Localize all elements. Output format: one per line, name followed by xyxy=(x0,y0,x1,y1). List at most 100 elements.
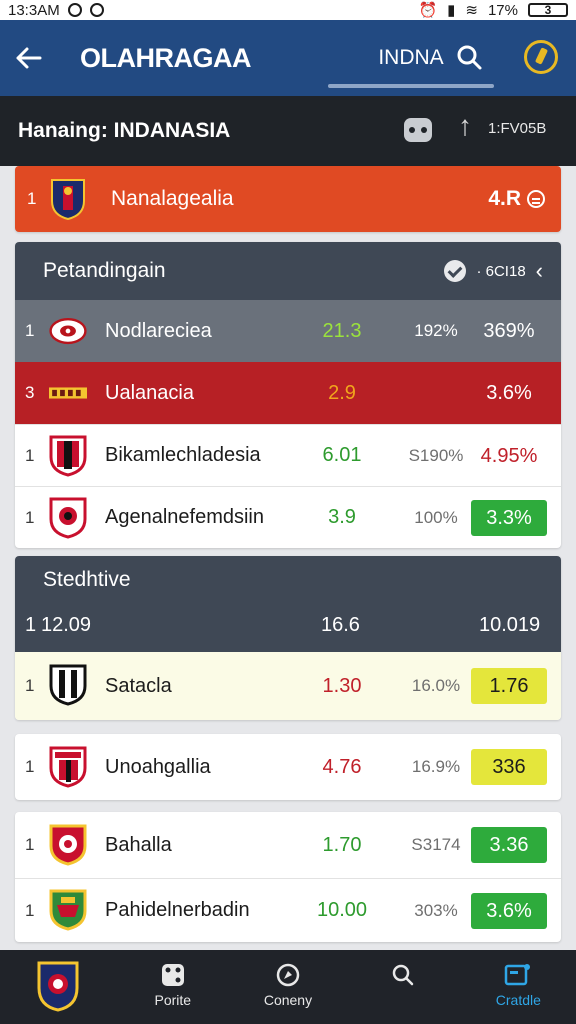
search-icon xyxy=(392,964,414,986)
rating-badge: 3.36 xyxy=(471,827,547,863)
value-text: 4.R xyxy=(488,187,521,210)
status-time: 13:3AM xyxy=(8,1,60,19)
rank: 1 xyxy=(25,757,35,776)
arrow-up-icon[interactable]: ↑ xyxy=(458,110,472,142)
rating-badge: 1.76 xyxy=(471,668,547,704)
team-name: Ualanacia xyxy=(105,381,194,404)
compass-icon xyxy=(276,963,300,987)
percent-value: S3174 xyxy=(411,835,461,854)
status-bar: 13:3AM ⏰ ▮ ≋ 17% 3 xyxy=(0,0,576,20)
team-crest-icon xyxy=(49,746,87,788)
nav-label: Coneny xyxy=(263,992,313,1008)
section-header: Petandingain · 6CI18 ‹ xyxy=(15,242,561,300)
nav-home[interactable] xyxy=(0,950,115,1024)
dice-icon xyxy=(161,964,184,986)
table-row[interactable]: 1 Bikamlechladesia 6.01 S190% 4.95% xyxy=(15,424,561,486)
team-crest-icon xyxy=(51,179,85,221)
section-title: Stedhtive xyxy=(43,568,131,591)
team-crest-icon xyxy=(49,824,87,866)
summary-value: 12.09 xyxy=(41,614,92,636)
media-icon xyxy=(505,964,531,986)
rank: 1 xyxy=(25,321,35,340)
app-bar: OLAHRAGAA INDNA xyxy=(0,20,576,96)
summary-col2: 10.019 xyxy=(479,614,541,636)
percent-value: 100% xyxy=(414,507,458,527)
team-crest-icon xyxy=(37,961,79,1012)
percent-value: 192% xyxy=(414,321,458,340)
rank: 1 xyxy=(27,189,37,208)
table-row[interactable]: 1 Agenalnefemdsiin 3.9 100% 3.3% xyxy=(15,486,561,548)
top-entry-card[interactable]: 1 Nanalagealia 4.R xyxy=(15,166,561,232)
score-value: 1.70 xyxy=(322,833,362,856)
nav-cratdle[interactable]: Cratdle xyxy=(461,950,576,1024)
rank: 1 xyxy=(25,835,35,854)
signal-icon: ▮ xyxy=(447,2,456,19)
percent-value: 303% xyxy=(414,900,458,920)
nav-label: Cratdle xyxy=(495,992,541,1008)
tab-label: INDNA xyxy=(378,46,444,69)
score-value: 21.3 xyxy=(322,319,362,342)
nav-label: Porite xyxy=(154,992,192,1008)
score-value: 6.01 xyxy=(322,444,362,466)
table-row[interactable]: 1 Nodlareciea 21.3 192% 369% xyxy=(15,300,561,362)
nav-porite[interactable]: Porite xyxy=(115,950,230,1024)
summary-rank: 1 xyxy=(25,614,37,636)
team-name: Unoahgallia xyxy=(105,755,211,778)
percent-value: 16.0% xyxy=(411,676,461,695)
team-name: Pahidelnerbadin xyxy=(105,899,250,921)
team-name: Bikamlechladesia xyxy=(105,444,261,466)
team-banner-icon xyxy=(49,387,87,399)
arrow-left-icon xyxy=(16,47,42,69)
nav-coneny[interactable]: Coneny xyxy=(230,950,345,1024)
table-row[interactable]: 1 Unoahgallia 4.76 16.9% 336 xyxy=(15,734,561,800)
nav-search[interactable] xyxy=(346,950,461,1024)
section-stedhtive: Stedhtive 1 12.09 16.6 10.019 1 Satacla … xyxy=(15,556,561,720)
score-value: 3.9 xyxy=(328,506,356,528)
rating-badge: 336 xyxy=(471,749,547,785)
score-value: 4.76 xyxy=(322,755,362,778)
table-row[interactable]: 1 Satacla 1.30 16.0% 1.76 xyxy=(15,652,561,720)
app-title: OLAHRAGAA xyxy=(80,42,252,73)
section-tool-label: · 6CI18 xyxy=(476,262,526,280)
search-icon xyxy=(457,45,482,70)
alarm-icon: ⏰ xyxy=(418,2,438,19)
rating-value: 369% xyxy=(483,320,535,342)
rating-value: 4.95% xyxy=(480,444,538,467)
equal-icon xyxy=(527,190,545,208)
section-petandingain: Petandingain · 6CI18 ‹ 1 Nodlareciea 21.… xyxy=(15,242,561,548)
table-row[interactable]: 1 Pahidelnerbadin 10.00 303% 3.6% xyxy=(15,878,561,942)
back-button[interactable] xyxy=(0,20,56,96)
medal-icon[interactable] xyxy=(524,40,558,74)
table-row[interactable]: 1 Bahalla 1.70 S3174 3.36 xyxy=(15,812,561,878)
tab-indicator xyxy=(328,84,494,88)
team-crest-icon xyxy=(49,317,87,345)
table-row[interactable]: 3 Ualanacia 2.9 3.6% xyxy=(15,362,561,424)
wifi-icon: ≋ xyxy=(465,2,478,19)
chevron-left-icon[interactable]: ‹ xyxy=(536,258,543,284)
team-name: Nanalagealia xyxy=(111,187,234,210)
section-header: Stedhtive 1 12.09 16.6 10.019 xyxy=(15,556,561,652)
rating-badge: 3.3% xyxy=(471,499,547,536)
score-value: 10.00 xyxy=(316,899,368,921)
team-crest-icon xyxy=(49,889,87,931)
section-summary: 1 12.09 16.6 10.019 xyxy=(15,602,561,652)
standing-card[interactable]: 1 Unoahgallia 4.76 16.9% 336 xyxy=(15,734,561,800)
location-icon xyxy=(89,3,104,17)
rating-badge: 3.6% xyxy=(471,892,547,929)
gamepad-icon[interactable] xyxy=(404,118,432,142)
section-title: Petandingain xyxy=(43,259,166,282)
rank: 1 xyxy=(25,900,35,920)
team-name: Satacla xyxy=(105,674,172,697)
team-name: Bahalla xyxy=(105,833,172,856)
percent-value: S190% xyxy=(408,445,464,465)
team-crest-icon xyxy=(49,497,87,539)
check-icon[interactable] xyxy=(444,260,467,282)
rating-value: 3.6% xyxy=(486,382,532,404)
notification-icon xyxy=(67,3,82,17)
search-button[interactable] xyxy=(452,40,488,76)
team-name: Nodlareciea xyxy=(105,319,212,342)
league-header: Hanaing: INDANASIA ↑ 1:FV05B xyxy=(0,96,576,166)
score-value: 1.30 xyxy=(322,674,362,697)
rank: 1 xyxy=(25,445,35,465)
team-name: Agenalnefemdsiin xyxy=(105,506,264,528)
